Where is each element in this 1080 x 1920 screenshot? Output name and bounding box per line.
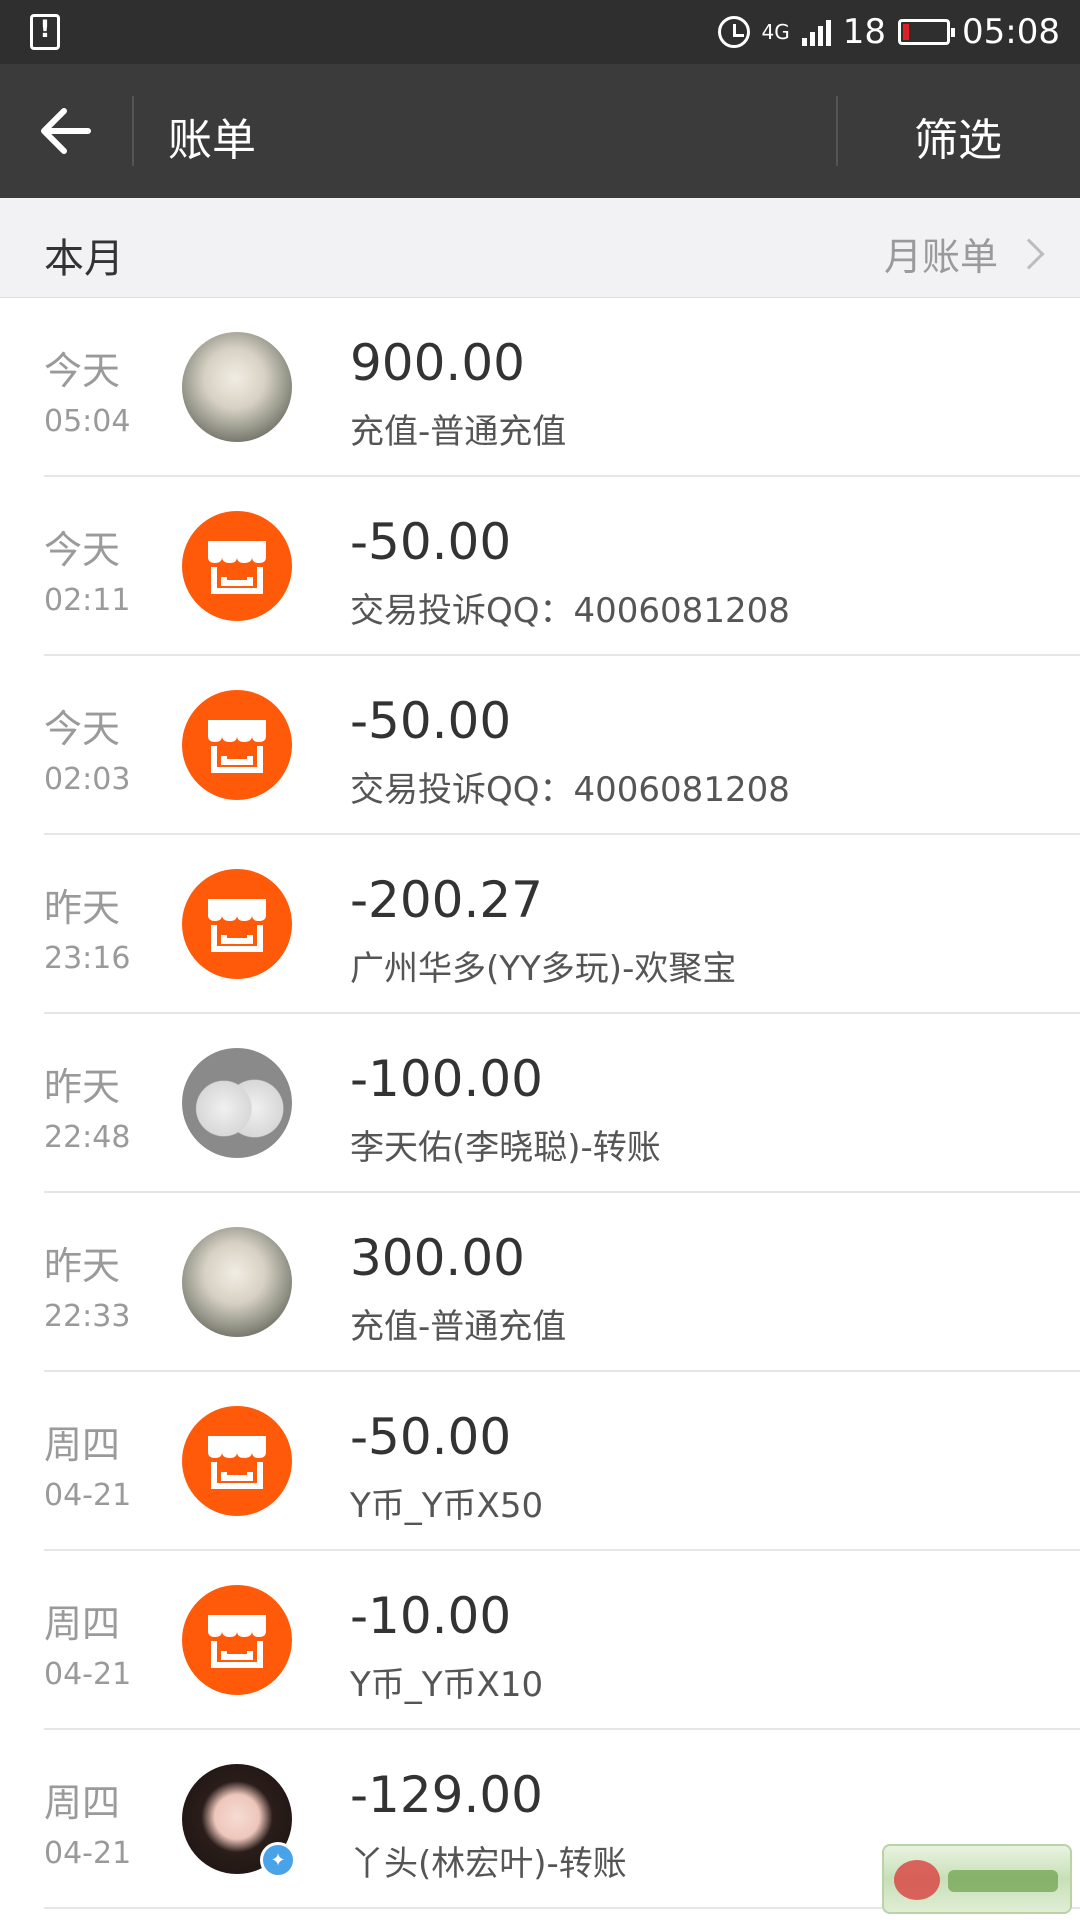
transaction-list: 今天 05:04 900.00 充值-普通充值 今天 02:11 -50.00 … [0, 298, 1080, 1909]
shop-icon [182, 511, 292, 621]
page-title: 账单 [168, 115, 256, 166]
transaction-day: 周四 [44, 1781, 121, 1825]
month-header: 本月 月账单 [0, 198, 1080, 298]
transaction-time: 05:04 [44, 404, 131, 439]
month-label: 本月 [44, 236, 124, 282]
transaction-amount: -200.27 [350, 871, 543, 929]
transaction-time: 04-21 [44, 1478, 132, 1513]
transaction-amount: 900.00 [350, 334, 525, 392]
transaction-day: 今天 [44, 707, 121, 751]
network-type: 4G [761, 20, 790, 44]
status-indicators: 4G 18 05:08 [717, 0, 1060, 64]
transaction-row[interactable]: 昨天 22:33 300.00 充值-普通充值 [0, 1193, 1080, 1372]
transaction-day: 昨天 [44, 1065, 121, 1109]
divider [836, 96, 838, 166]
alarm-icon [717, 16, 750, 48]
transaction-row[interactable]: 周四 04-21 -50.00 Y币_Y币X50 [0, 1372, 1080, 1551]
transaction-description: 交易投诉QQ：4006081208 [350, 770, 790, 810]
notification-alert-icon [30, 14, 60, 50]
transaction-row[interactable]: 今天 02:03 -50.00 交易投诉QQ：4006081208 [0, 656, 1080, 835]
transaction-day: 周四 [44, 1423, 121, 1467]
watermark-logo [882, 1844, 1072, 1914]
avatar: ✦ [182, 1764, 296, 1878]
arrow-left-icon [41, 108, 91, 154]
monthly-bill-link[interactable]: 月账单 [883, 226, 1045, 281]
filter-button[interactable]: 筛选 [914, 104, 1002, 168]
transaction-description: Y币_Y币X50 [350, 1486, 544, 1526]
signal-strength-icon [801, 18, 831, 46]
shop-icon [182, 869, 292, 979]
shop-icon [182, 1406, 292, 1516]
avatar [182, 1048, 292, 1158]
transaction-time: 23:16 [44, 941, 131, 976]
transaction-row[interactable]: 周四 04-21 -10.00 Y币_Y币X10 [0, 1551, 1080, 1730]
transaction-description: 充值-普通充值 [350, 1307, 567, 1347]
title-bar: 账单 筛选 [0, 64, 1080, 198]
transaction-amount: -50.00 [350, 692, 512, 750]
shop-icon [182, 690, 292, 800]
transaction-amount: 300.00 [350, 1229, 525, 1287]
transaction-time: 02:11 [44, 583, 131, 618]
transaction-row[interactable]: 昨天 22:48 -100.00 李天佑(李晓聪)-转账 [0, 1014, 1080, 1193]
avatar [182, 1227, 292, 1337]
transaction-time: 04-21 [44, 1836, 132, 1871]
battery-icon [898, 19, 956, 45]
transaction-time: 02:03 [44, 762, 131, 797]
chevron-right-icon [1013, 237, 1045, 270]
transaction-description: 交易投诉QQ：4006081208 [350, 591, 790, 631]
shop-icon [182, 1585, 292, 1695]
transaction-description: 充值-普通充值 [350, 412, 567, 452]
back-button[interactable] [30, 94, 104, 168]
monthly-bill-label: 月账单 [883, 235, 998, 279]
avatar [182, 332, 292, 442]
transaction-row[interactable]: 今天 02:11 -50.00 交易投诉QQ：4006081208 [0, 477, 1080, 656]
transaction-description: 丫头(林宏叶)-转账 [350, 1844, 627, 1884]
divider [132, 96, 134, 166]
transaction-day: 今天 [44, 528, 121, 572]
transaction-amount: -10.00 [350, 1587, 512, 1645]
transaction-description: 广州华多(YY多玩)-欢聚宝 [350, 949, 737, 989]
transaction-amount: -50.00 [350, 1408, 512, 1466]
status-bar: 4G 18 05:08 [0, 0, 1080, 64]
transaction-row[interactable]: 今天 05:04 900.00 充值-普通充值 [0, 298, 1080, 477]
transaction-time: 22:48 [44, 1120, 131, 1155]
transaction-time: 22:33 [44, 1299, 131, 1334]
transaction-amount: -100.00 [350, 1050, 543, 1108]
battery-level: 18 [842, 12, 887, 52]
transaction-row[interactable]: 昨天 23:16 -200.27 广州华多(YY多玩)-欢聚宝 [0, 835, 1080, 1014]
transaction-description: 李天佑(李晓聪)-转账 [350, 1128, 661, 1168]
clock: 05:08 [962, 12, 1060, 52]
transaction-day: 昨天 [44, 886, 121, 930]
transaction-day: 今天 [44, 349, 121, 393]
transaction-amount: -50.00 [350, 513, 512, 571]
transaction-description: Y币_Y币X10 [350, 1665, 544, 1705]
verified-badge-icon: ✦ [260, 1842, 296, 1878]
transaction-day: 昨天 [44, 1244, 121, 1288]
transaction-time: 04-21 [44, 1657, 132, 1692]
transaction-day: 周四 [44, 1602, 121, 1646]
transaction-amount: -129.00 [350, 1766, 543, 1824]
